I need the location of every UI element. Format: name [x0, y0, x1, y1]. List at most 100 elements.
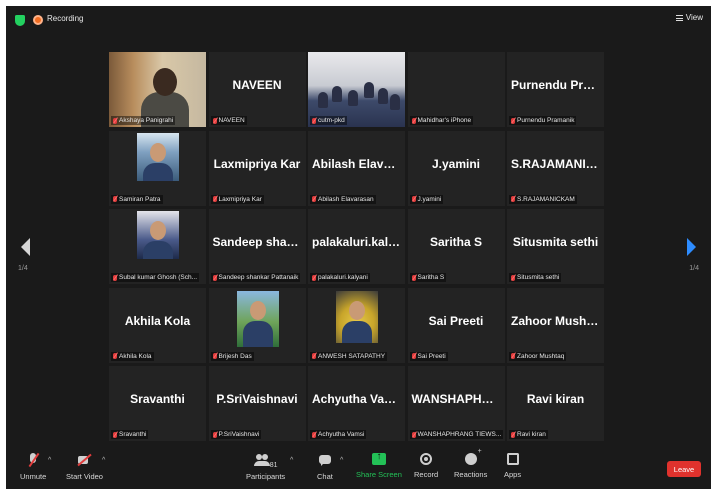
participant-label-text: palakaluri.kalyani: [318, 274, 368, 281]
apps-button[interactable]: Apps: [504, 453, 521, 479]
participant-tile[interactable]: Laxmipriya Kar Laxmipriya Kar: [208, 130, 306, 206]
muted-mic-icon: [212, 117, 217, 124]
participant-name-label: WANSHAPHRANG TIEWS...: [409, 430, 503, 439]
participant-label-text: Laxmipriya Kar: [218, 195, 262, 203]
participant-label-text: S.RAJAMANICKAM: [517, 195, 575, 203]
participant-name-label: Akhila Kola: [111, 351, 154, 361]
participant-tile[interactable]: Mahidhar's iPhone: [407, 52, 505, 127]
participant-tile[interactable]: Situsmita sethi Situsmita sethi: [507, 209, 604, 284]
chat-options-chevron-icon[interactable]: ^: [340, 457, 343, 464]
chat-button[interactable]: Chat: [317, 453, 333, 481]
muted-mic-icon: [113, 431, 117, 438]
participant-tile[interactable]: cutm-pkd: [308, 52, 405, 127]
muted-mic-icon: [312, 274, 316, 281]
participant-display-name: S.RAJAMANICK...: [511, 156, 604, 171]
muted-mic-icon: [312, 196, 316, 202]
security-shield-icon[interactable]: [15, 15, 25, 26]
participant-display-name: WANSHAPHRA...: [411, 392, 505, 406]
participant-tile[interactable]: Zahoor Mushtaq Zahoor Mushtaq: [507, 287, 604, 363]
share-screen-button[interactable]: Share Screen: [356, 451, 402, 479]
muted-mic-icon: [312, 353, 316, 359]
participant-label-text: Akshaya Panigrahi: [119, 117, 174, 124]
participant-tile[interactable]: NAVEEN NAVEEN: [208, 52, 306, 127]
record-label: Record: [414, 470, 439, 479]
participant-tile[interactable]: J.yamini J.yamini: [407, 130, 505, 206]
view-button[interactable]: View: [675, 13, 703, 22]
share-screen-icon: [371, 451, 386, 465]
participant-display-name: Ravi kiran: [526, 392, 585, 406]
participant-tile[interactable]: Achyutha Vamsi Achyutha Vamsi: [308, 366, 405, 441]
participant-tile[interactable]: Sai Preeti Sai Preeti: [407, 287, 505, 363]
muted-mic-icon: [411, 431, 416, 438]
participant-label-text: Sai Preeti: [417, 352, 446, 360]
participant-display-name: P.SriVaishnavi: [216, 392, 298, 406]
participant-display-name: Sai Preeti: [428, 313, 484, 328]
participant-display-name: Situsmita sethi: [512, 235, 599, 249]
participant-label-text: Saritha S: [417, 274, 445, 281]
participant-tile[interactable]: palakaluri.kalyani palakaluri.kalyani: [308, 209, 405, 284]
participant-label-text: Mahidhar's iPhone: [417, 117, 472, 124]
muted-mic-icon: [212, 274, 217, 281]
participant-tile[interactable]: Akshaya Panigrahi: [109, 52, 206, 127]
video-options-chevron-icon[interactable]: ^: [102, 457, 105, 464]
participant-tile[interactable]: P.SriVaishnavi P.SriVaishnavi: [208, 366, 306, 441]
participant-display-name: Sandeep shank...: [212, 235, 306, 249]
muted-mic-icon: [312, 431, 316, 438]
audio-options-chevron-icon[interactable]: ^: [48, 457, 51, 464]
participant-tile[interactable]: Saritha S Saritha S: [407, 209, 505, 284]
participant-display-name: Purnendu Pram...: [511, 78, 604, 92]
participant-tile[interactable]: Brijesh Das: [208, 287, 306, 363]
participant-tile[interactable]: Subal kumar Ghosh (Sch...: [109, 209, 206, 284]
muted-mic-icon: [411, 274, 416, 281]
unmute-button[interactable]: Unmute: [20, 453, 46, 481]
participant-tile[interactable]: ANWESH SATAPATHY: [308, 287, 405, 363]
participant-display-name: Sravanthi: [130, 392, 185, 406]
apps-icon: [506, 453, 519, 465]
participant-display-name: palakaluri.kalyani: [312, 235, 405, 249]
participant-label-text: WANSHAPHRANG TIEWS...: [417, 431, 502, 438]
participant-tile[interactable]: Abilash Elavara... Abilash Elavarasan: [308, 130, 405, 206]
next-page-arrow-icon[interactable]: [687, 238, 696, 256]
participant-tile[interactable]: Ravi kiran Ravi kiran: [507, 366, 604, 441]
apps-label: Apps: [504, 470, 522, 479]
participant-name-label: J.yamini: [409, 194, 444, 204]
participants-options-chevron-icon[interactable]: ^: [290, 457, 293, 464]
participant-name-label: Saritha S: [409, 273, 447, 282]
participants-label: Participants: [246, 472, 286, 481]
participant-tile[interactable]: Purnendu Pram... Purnendu Pramanik: [507, 52, 604, 127]
participant-tile[interactable]: Sravanthi Sravanthi: [109, 366, 206, 441]
participant-name-label: Purnendu Pramanik: [509, 116, 577, 125]
muted-mic-icon: [113, 274, 117, 281]
muted-mic-icon: [511, 431, 515, 438]
reactions-button[interactable]: Reactions: [454, 448, 487, 479]
participant-tile[interactable]: Sandeep shank... Sandeep shankar Pattanai…: [208, 209, 306, 284]
participants-button[interactable]: 81 Participants: [246, 453, 285, 481]
participant-tile[interactable]: S.RAJAMANICK... S.RAJAMANICKAM: [507, 130, 604, 206]
participant-tile[interactable]: Akhila Kola Akhila Kola: [109, 287, 206, 363]
start-video-label: Start Video: [66, 472, 103, 481]
participant-name-label: Mahidhar's iPhone: [409, 116, 474, 125]
share-screen-label: Share Screen: [356, 470, 402, 479]
previous-page-arrow-icon[interactable]: [21, 238, 30, 256]
participant-tile[interactable]: Samiran Patra: [109, 130, 206, 206]
participant-name-label: S.RAJAMANICKAM: [509, 194, 577, 204]
participant-display-name: Zahoor Mushtaq: [511, 313, 604, 328]
muted-mic-icon: [113, 117, 117, 124]
participant-name-label: Sai Preeti: [409, 351, 448, 361]
participant-label-text: NAVEEN: [218, 117, 245, 124]
participant-name-label: ANWESH SATAPATHY: [310, 351, 388, 361]
participant-name-label: Laxmipriya Kar: [210, 194, 264, 204]
participant-label-text: Situsmita sethi: [517, 274, 560, 281]
recording-icon: [33, 15, 43, 25]
record-button[interactable]: Record: [414, 453, 438, 479]
zoom-meeting-window: Recording View 1/4 1/4 Akshaya Panigrahi…: [6, 6, 711, 489]
participant-tile[interactable]: WANSHAPHRA... WANSHAPHRANG TIEWS...: [407, 366, 505, 441]
muted-mic-icon: [411, 196, 416, 202]
start-video-button[interactable]: Start Video: [66, 453, 103, 481]
participant-name-label: Samiran Patra: [111, 194, 163, 204]
leave-button[interactable]: Leave: [667, 461, 701, 477]
video-off-icon: [77, 453, 91, 467]
participant-name-label: Akshaya Panigrahi: [111, 116, 176, 125]
muted-mic-icon: [212, 353, 217, 359]
muted-mic-icon: [312, 117, 316, 124]
